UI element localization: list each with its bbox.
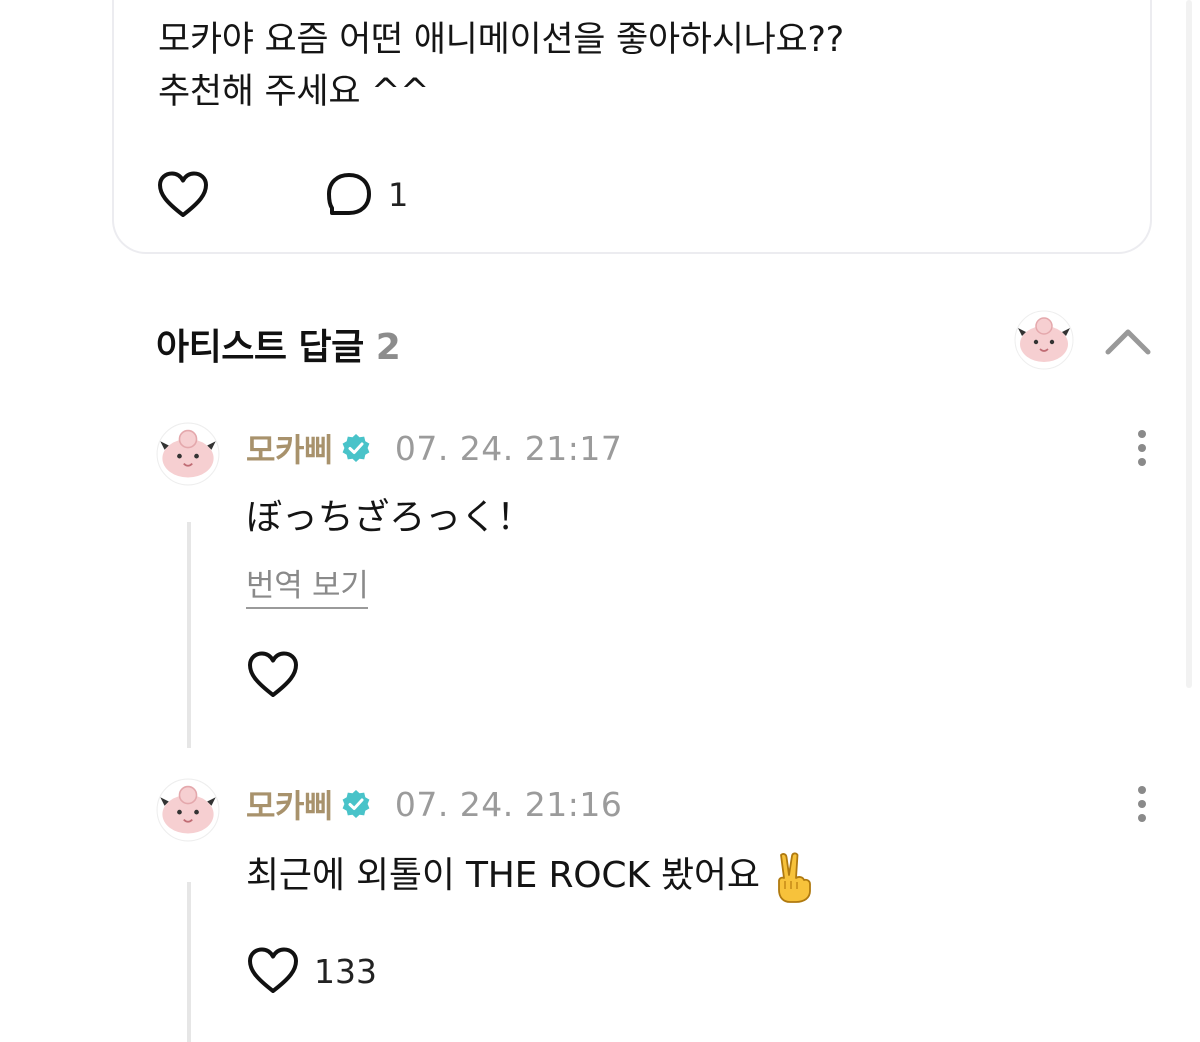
- thread-line: [187, 882, 191, 1042]
- reply-header: 모카삐 07. 24. 21:16: [246, 778, 622, 830]
- reply-text-container: 최근에 외톨이 THE ROCK 봤어요: [246, 846, 815, 903]
- speech-bubble-icon: [327, 173, 371, 215]
- reply-timestamp: 07. 24. 21:16: [394, 784, 623, 824]
- heart-icon: [248, 651, 298, 697]
- post-content: 모카야 요즘 어떤 애니메이션을 좋아하시나요?? 추천해 주세요 ^^: [158, 14, 1118, 118]
- verified-badge-icon: [342, 790, 370, 818]
- reply-count: 2: [375, 327, 401, 368]
- reply-timestamp: 07. 24. 21:17: [394, 428, 623, 468]
- reply-more-button[interactable]: [1130, 784, 1154, 824]
- thread-line: [187, 522, 191, 748]
- reply-author-avatar[interactable]: [156, 778, 220, 842]
- victory-hand-emoji: [778, 852, 811, 903]
- more-vertical-icon: [1138, 430, 1146, 466]
- post-text-line-2: 추천해 주세요 ^^: [158, 72, 430, 112]
- artist-replies-header: 아티스트 답글 2: [156, 318, 401, 370]
- post-text-line-1: 모카야 요즘 어떤 애니메이션을 좋아하시나요??: [158, 20, 844, 60]
- reply-like-button[interactable]: 133: [246, 946, 377, 996]
- reply-text: 최근에 외톨이 THE ROCK 봤어요: [246, 855, 760, 896]
- reply-like-button[interactable]: [246, 650, 300, 700]
- post-like-button[interactable]: [156, 170, 210, 220]
- heart-icon: [158, 171, 208, 217]
- reply-author-name[interactable]: 모카삐: [246, 425, 333, 471]
- reply-header: 모카삐 07. 24. 21:17: [246, 422, 622, 474]
- post-comment-button[interactable]: 1: [324, 170, 408, 220]
- artist-avatar[interactable]: [1014, 310, 1074, 370]
- scrollbar[interactable]: [1186, 0, 1192, 688]
- reply-author-avatar[interactable]: [156, 422, 220, 486]
- verified-badge-icon: [342, 434, 370, 462]
- reply-more-button[interactable]: [1130, 428, 1154, 468]
- reply-author-name[interactable]: 모카삐: [246, 781, 333, 827]
- section-title: 아티스트 답글: [156, 327, 364, 368]
- reply-text: ぼっちざろっく！: [246, 497, 533, 538]
- comment-count: 1: [388, 176, 409, 214]
- collapse-replies-button[interactable]: [1102, 318, 1154, 366]
- translate-link[interactable]: 번역 보기: [246, 560, 369, 609]
- heart-icon: [248, 947, 298, 993]
- like-count: 133: [314, 951, 377, 991]
- more-vertical-icon: [1138, 786, 1146, 822]
- chevron-up-icon: [1105, 329, 1151, 355]
